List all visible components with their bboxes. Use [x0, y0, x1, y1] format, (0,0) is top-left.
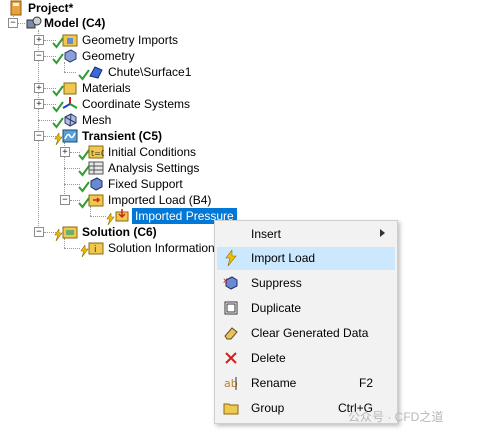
tree-node-transient[interactable]: Transient (C5) [82, 128, 162, 144]
menu-item-delete[interactable]: Delete [217, 347, 395, 370]
tree-node-fixed-support[interactable]: Fixed Support [108, 176, 183, 192]
collapse-toggle[interactable]: − [34, 51, 44, 61]
lightning-icon [225, 250, 237, 266]
tree-node-initial-conditions[interactable]: Initial Conditions [108, 144, 196, 160]
menu-item-label: Group [251, 401, 285, 415]
context-menu: Insert Import Load x Suppress Duplicate … [214, 220, 398, 424]
eraser-icon [224, 327, 238, 340]
menu-item-label: Delete [251, 351, 286, 365]
tree-node-chute-surface[interactable]: Chute\Surface1 [108, 64, 191, 80]
analysis-settings-icon [88, 161, 104, 175]
tree-node-geometry-imports[interactable]: Geometry Imports [82, 32, 178, 48]
tree-node-analysis-settings[interactable]: Analysis Settings [108, 160, 199, 176]
menu-item-suppress[interactable]: x Suppress [217, 272, 395, 295]
initial-conditions-icon: t=0 [88, 145, 104, 159]
tree-node-geometry[interactable]: Geometry [82, 48, 135, 64]
tree-node-solution[interactable]: Solution (C6) [82, 224, 157, 240]
rename-icon: ab [224, 377, 238, 390]
collapse-toggle[interactable]: − [8, 18, 18, 28]
tree-node-project[interactable]: Project* [28, 0, 73, 16]
imported-pressure-icon [115, 209, 129, 222]
expand-toggle[interactable]: + [34, 99, 44, 109]
menu-item-insert[interactable]: Insert [217, 223, 395, 246]
menu-item-shortcut: F2 [358, 376, 373, 390]
surface-body-icon [89, 66, 103, 79]
tree-node-model[interactable]: Model (C4) [44, 15, 105, 31]
tree-node-materials[interactable]: Materials [82, 80, 131, 96]
menu-item-label: Import Load [251, 251, 316, 265]
project-book-icon [10, 0, 22, 16]
menu-item-import-load[interactable]: Import Load [217, 247, 395, 270]
tree-node-coordinate-systems[interactable]: Coordinate Systems [82, 96, 190, 112]
menu-item-duplicate[interactable]: Duplicate [217, 297, 395, 320]
menu-item-clear-generated-data[interactable]: Clear Generated Data [217, 322, 395, 345]
menu-item-rename[interactable]: ab Rename F2 [217, 372, 395, 395]
tree-line [64, 72, 76, 73]
collapse-toggle[interactable]: − [34, 131, 44, 141]
menu-item-label: Clear Generated Data [251, 326, 369, 340]
svg-text:x: x [223, 276, 228, 285]
collapse-toggle[interactable]: − [60, 195, 70, 205]
mesh-icon [64, 113, 77, 127]
expand-toggle[interactable]: + [60, 147, 70, 157]
collapse-toggle[interactable]: − [34, 227, 44, 237]
menu-item-label: Insert [251, 227, 282, 241]
tree-node-imported-load[interactable]: Imported Load (B4) [108, 192, 211, 208]
geometry-icon [64, 49, 77, 63]
coordinate-systems-icon [62, 97, 78, 109]
model-icon [26, 16, 42, 29]
tree-node-mesh[interactable]: Mesh [82, 112, 111, 128]
transient-analysis-icon [62, 129, 78, 143]
expand-toggle[interactable]: + [34, 83, 44, 93]
imported-load-icon [88, 194, 104, 207]
solution-icon [62, 226, 78, 239]
svg-text:t=0: t=0 [91, 149, 104, 158]
watermark: 公众号 · CFD之道 [348, 410, 444, 424]
menu-item-label: Suppress [251, 276, 302, 290]
fixed-support-icon [90, 177, 103, 191]
menu-item-label: Duplicate [251, 301, 302, 315]
svg-text:i: i [94, 245, 97, 255]
delete-x-icon [225, 352, 237, 364]
folder-icon [223, 403, 239, 415]
geometry-imports-icon [62, 34, 78, 47]
suppress-icon: x [223, 276, 238, 290]
materials-icon [63, 82, 77, 95]
submenu-arrow-icon [380, 229, 385, 237]
tree-node-solution-information[interactable]: Solution Information [108, 240, 215, 256]
expand-toggle[interactable]: + [34, 35, 44, 45]
menu-item-label: Rename [251, 376, 297, 390]
solution-information-icon: i [88, 242, 104, 255]
duplicate-icon [224, 301, 238, 315]
